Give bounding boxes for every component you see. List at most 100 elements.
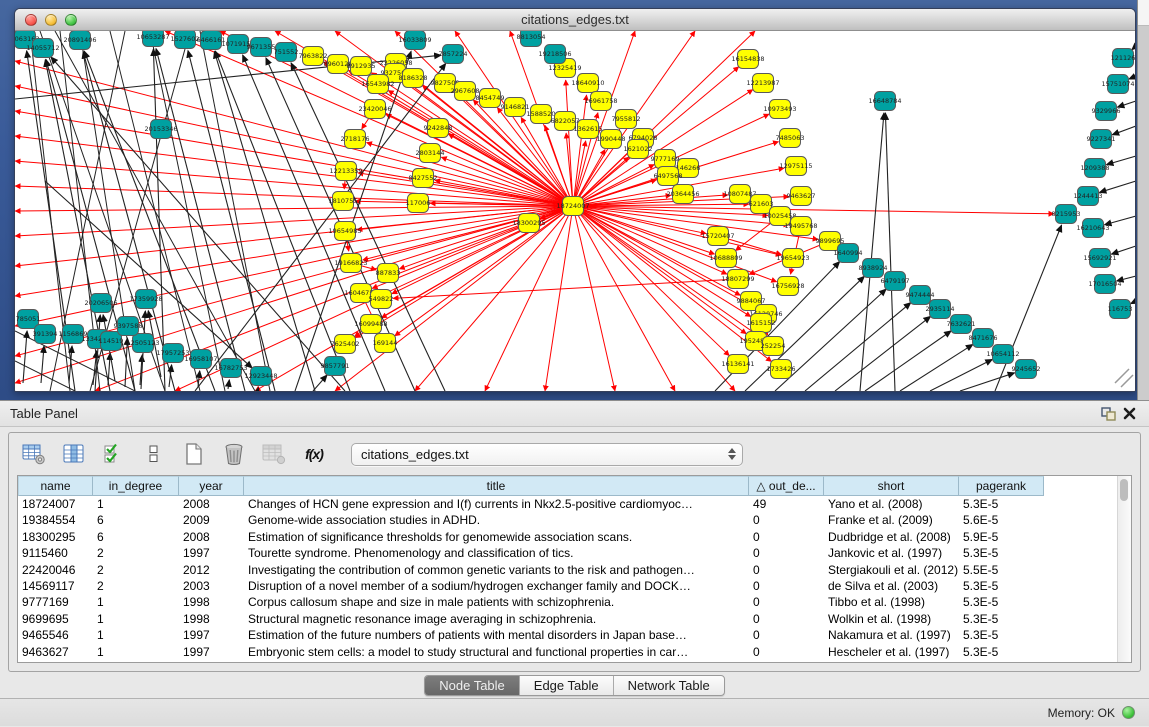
table-row[interactable]: 2242004622012Investigating the contribut…	[18, 562, 1131, 578]
graph-node[interactable]: 16033809	[398, 31, 431, 50]
graph-node[interactable]: 2718176	[341, 130, 370, 149]
graph-node[interactable]: 16782753	[214, 359, 247, 378]
tab-network-table[interactable]: Network Table	[613, 676, 724, 695]
graph-node[interactable]: 1640994	[834, 244, 863, 263]
graph-node[interactable]: 15751074	[1101, 75, 1134, 94]
graph-node[interactable]: 8938924	[859, 259, 888, 278]
graph-node[interactable]: 7485063	[776, 129, 805, 148]
tab-node-table[interactable]: Node Table	[425, 676, 519, 695]
graph-node[interactable]: 9857791	[321, 357, 350, 376]
graph-node[interactable]: 7857224	[439, 45, 468, 64]
table-row[interactable]: 1872400712008Changes of HCN gene express…	[18, 496, 1131, 512]
graph-node[interactable]: 1244413	[1074, 187, 1103, 206]
graph-node[interactable]: 6497568	[654, 167, 683, 186]
table-row[interactable]: 946554611997Estimation of the future num…	[18, 627, 1131, 643]
select-rows-icon[interactable]	[101, 441, 127, 467]
graph-node[interactable]: 9146821	[501, 98, 530, 117]
table-row[interactable]: 977716911998Corpus callosum shape and si…	[18, 594, 1131, 610]
graph-node[interactable]: 1621022	[624, 140, 653, 159]
graph-node[interactable]: 15692921	[1083, 249, 1116, 268]
graph-node[interactable]: 8186328	[399, 69, 428, 88]
graph-node[interactable]: 12505123	[126, 334, 159, 353]
graph-node[interactable]: 18807299	[721, 270, 754, 289]
graph-node[interactable]: 20891406	[63, 31, 96, 50]
close-panel-icon[interactable]	[1119, 405, 1139, 423]
column-header-2[interactable]: year	[179, 476, 244, 496]
graph-node[interactable]: 9671355	[247, 38, 276, 57]
graph-node[interactable]: 12213359	[329, 162, 362, 181]
graph-node[interactable]: 9242848	[424, 119, 453, 138]
graph-node[interactable]: 169144	[373, 334, 398, 353]
row-height-icon[interactable]	[141, 441, 167, 467]
graph-node[interactable]: 8427552	[409, 169, 438, 188]
graph-node[interactable]: 16136141	[721, 355, 754, 374]
table-settings-icon[interactable]	[21, 441, 47, 467]
new-table-icon[interactable]	[181, 441, 207, 467]
table-row[interactable]: 911546021997Tourette syndrome. Phenomeno…	[18, 545, 1131, 561]
graph-node[interactable]: 1990448	[597, 130, 626, 149]
tab-edge-table[interactable]: Edge Table	[519, 676, 613, 695]
graph-node[interactable]: 16210643	[1076, 219, 1109, 238]
close-window-button[interactable]	[25, 14, 37, 26]
delete-trash-icon[interactable]	[221, 441, 247, 467]
network-window-titlebar[interactable]: citations_edges.txt	[15, 9, 1135, 31]
graph-node[interactable]: 751552	[274, 43, 299, 62]
column-header-6[interactable]: pagerank	[959, 476, 1044, 496]
graph-node[interactable]: 1810755	[329, 192, 358, 211]
graph-node[interactable]: 9227341	[1087, 130, 1116, 149]
graph-node[interactable]: 17359928	[129, 290, 162, 309]
graph-node[interactable]: 18640910	[571, 74, 604, 93]
column-header-4[interactable]: △ out_de...	[749, 476, 824, 496]
table-selector-dropdown[interactable]: citations_edges.txt	[351, 443, 743, 466]
graph-node[interactable]: 121126	[1111, 49, 1136, 68]
graph-node[interactable]: 12213987	[746, 74, 779, 93]
graph-node[interactable]: 252254	[761, 337, 786, 356]
function-fx-icon[interactable]: f(x)	[301, 441, 327, 467]
graph-node[interactable]: 9463627	[787, 187, 816, 206]
graph-node[interactable]: 8215953	[1052, 205, 1081, 224]
graph-node[interactable]: 10654112	[986, 345, 1019, 364]
memory-ok-indicator[interactable]	[1122, 706, 1135, 719]
graph-node[interactable]: 7625402	[331, 335, 360, 354]
column-header-3[interactable]: title	[244, 476, 749, 496]
graph-node[interactable]: 9245652	[1012, 360, 1041, 379]
graph-node[interactable]: 8912935	[347, 57, 376, 76]
graph-node[interactable]: 16756928	[771, 277, 804, 296]
graph-node[interactable]: 10653287	[136, 31, 169, 47]
graph-node[interactable]: 16648784	[868, 92, 901, 111]
graph-node[interactable]: 391394	[33, 325, 58, 344]
graph-node[interactable]: 2935114	[926, 300, 955, 319]
graph-node[interactable]: 10973493	[763, 100, 796, 119]
graph-node[interactable]: 887833	[376, 264, 401, 283]
graph-node[interactable]: 12975115	[779, 157, 812, 176]
column-visibility-icon[interactable]	[61, 441, 87, 467]
graph-node[interactable]: 9397588	[114, 317, 143, 336]
graph-node[interactable]: 117006	[406, 194, 431, 213]
minimize-window-button[interactable]	[45, 14, 57, 26]
graph-node[interactable]: 9329966	[1092, 102, 1121, 121]
graph-node[interactable]: 549822	[369, 290, 394, 309]
graph-node[interactable]: 20153346	[144, 120, 177, 139]
column-header-0[interactable]: name	[18, 476, 93, 496]
column-header-5[interactable]: short	[824, 476, 959, 496]
graph-node[interactable]: 8813054	[517, 31, 546, 47]
graph-node[interactable]: 1615152	[747, 314, 776, 333]
graph-node[interactable]: 1733426	[767, 360, 796, 379]
graph-node[interactable]: 19654985	[328, 222, 361, 241]
graph-node[interactable]: 10688809	[709, 249, 742, 268]
graph-node[interactable]: 16154838	[731, 50, 764, 69]
graph-node[interactable]: 7955812	[612, 110, 641, 129]
graph-node[interactable]: 8471676	[969, 329, 998, 348]
table-row[interactable]: 969969511998Structural magnetic resonanc…	[18, 611, 1131, 627]
graph-node[interactable]: 116753	[1108, 300, 1133, 319]
float-panel-icon[interactable]	[1099, 405, 1119, 423]
table-row[interactable]: 1830029562008Estimation of significance …	[18, 529, 1131, 545]
canvas-resize-grip[interactable]	[1115, 369, 1133, 387]
table-row[interactable]: 1938455462009Genome-wide association stu…	[18, 512, 1131, 528]
column-header-1[interactable]: in_degree	[93, 476, 179, 496]
table-row[interactable]: 1456911722003Disruption of a novel membe…	[18, 578, 1131, 594]
graph-node[interactable]: 7632621	[947, 315, 976, 334]
network-canvas[interactable]: 1872400718300295796382289601288912935232…	[15, 31, 1136, 391]
graph-node[interactable]: 1209388	[1081, 159, 1110, 178]
graph-node[interactable]: 6479197	[881, 272, 910, 291]
